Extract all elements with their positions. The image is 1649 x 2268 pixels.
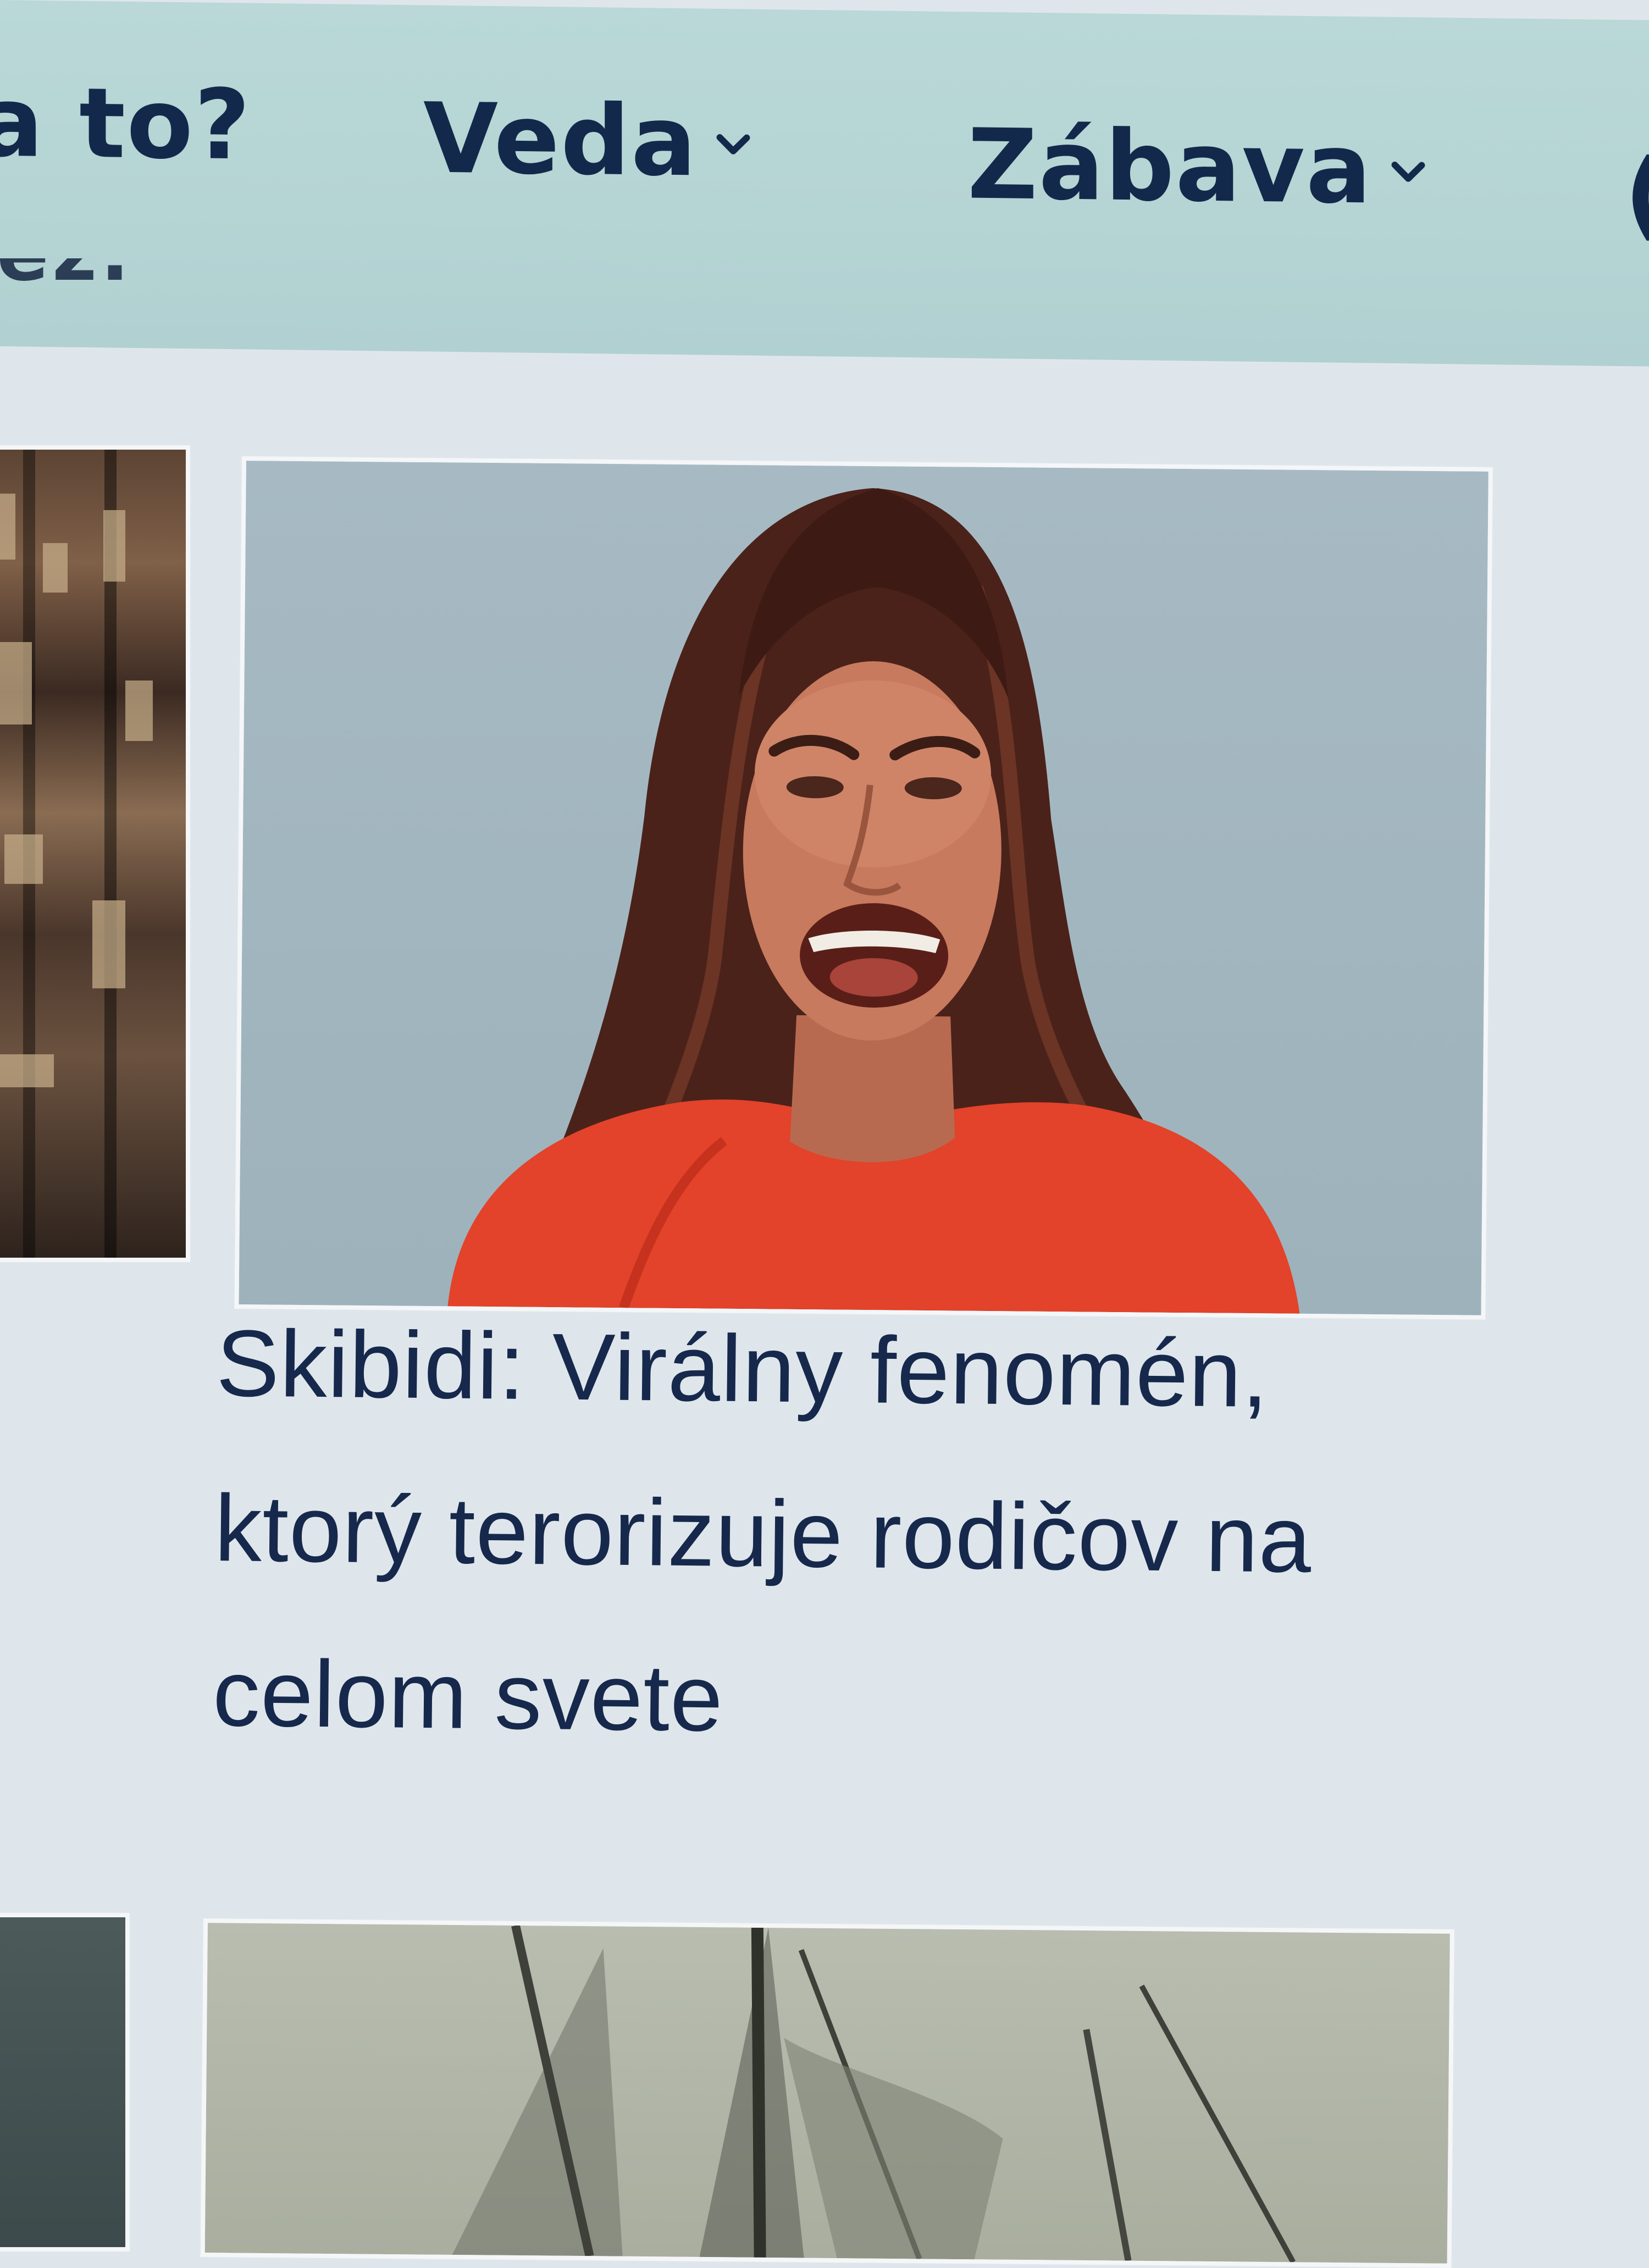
ship-illustration	[452, 1924, 1296, 2264]
nav-item-zabava[interactable]: Zábava	[967, 108, 1427, 226]
nav-item-label: a to?	[0, 65, 252, 182]
header-text-fragment: iez.	[0, 258, 133, 335]
article-photo-woman	[447, 488, 1300, 1314]
article-title-line: celom svete	[212, 1640, 724, 1751]
article-image[interactable]	[234, 456, 1493, 1320]
article-thumbnail-dark[interactable]	[0, 1913, 130, 2252]
nav-item-label: (	[1624, 138, 1649, 252]
article-title-line: ktorý terorizuje rodičov na	[214, 1475, 1313, 1592]
article-thumbnail-building[interactable]	[0, 445, 190, 1262]
top-navigation-bar: a to? Veda Zábava (	[0, 0, 1649, 367]
nav-item-faq[interactable]: a to?	[0, 66, 251, 182]
article-title-link[interactable]: Skibidi: Virálny fenomén, ktorý terorizu…	[212, 1281, 1481, 1789]
chevron-down-icon	[1391, 161, 1425, 182]
nav-item-next[interactable]: (	[1624, 138, 1649, 251]
nav-item-veda[interactable]: Veda	[423, 82, 752, 198]
article-title-line: Skibidi: Virálny fenomén,	[215, 1310, 1270, 1428]
article-thumbnail-ship[interactable]	[200, 1918, 1454, 2268]
chevron-down-icon	[716, 134, 750, 154]
nav-item-label: Zábava	[967, 108, 1373, 226]
nav-item-label: Veda	[423, 82, 698, 198]
